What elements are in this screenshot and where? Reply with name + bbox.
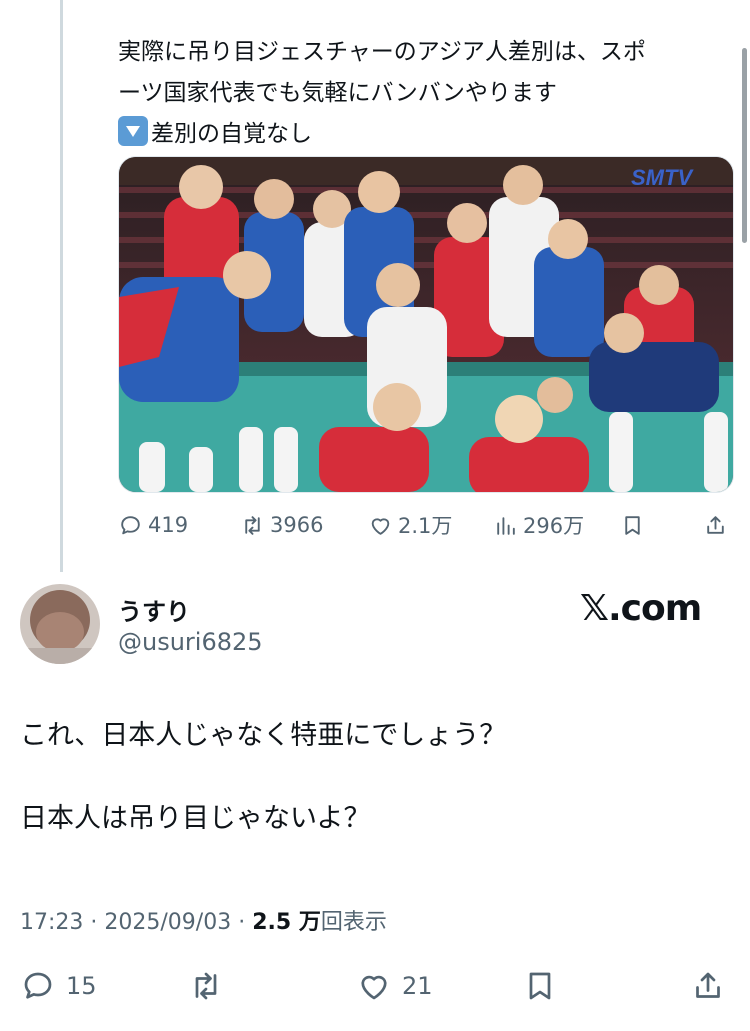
share-icon (707, 515, 724, 534)
heart-icon (371, 517, 390, 535)
media-watermark: SMTV (631, 165, 694, 190)
repost-button[interactable] (188, 962, 234, 1010)
like-count: 21 (402, 972, 433, 1000)
meta-separator-2: · (231, 910, 253, 935)
quoted-share-button[interactable] (703, 507, 733, 543)
quoted-repost-button[interactable]: 3966 (240, 507, 323, 543)
share-button[interactable] (690, 962, 736, 1010)
scrollbar[interactable] (742, 48, 747, 243)
quoted-post-text: 実際に吊り目ジェスチャーのアジア人差別は、スポ ーツ国家代表でも気軽にバンバンや… (118, 32, 733, 155)
quoted-reply-count: 419 (148, 513, 189, 537)
post-media-image[interactable]: SMTV (118, 156, 734, 493)
post-paragraph-2: 日本人は吊り目じゃないよ？ (20, 803, 371, 834)
meta-separator-1: · (83, 910, 105, 935)
post-meta: 17:23 · 2025/09/03 · 2.5 万回表示 (20, 904, 387, 936)
quoted-views-count: 296万 (523, 514, 585, 538)
post-time[interactable]: 17:23 (20, 910, 83, 935)
down-triangle-emoji-icon (118, 116, 148, 146)
views-number: 2.5 万 (252, 910, 321, 935)
quoted-text-line-3: 差別の自覚なし (118, 114, 733, 155)
post-body: これ、日本人じゃなく特亜にでしょう？ 日本人は吊り目じゃないよ？ (20, 714, 506, 841)
reply-icon (121, 515, 140, 534)
post-action-bar: 15 21 (20, 962, 732, 1010)
quoted-reply-button[interactable]: 419 (118, 507, 188, 543)
share-icon (696, 972, 720, 998)
x-com-watermark: 𝕏.com (580, 588, 702, 629)
views-label: 回表示 (320, 910, 387, 935)
team-photo-illustration: SMTV (119, 157, 733, 492)
views-chart-icon (497, 516, 515, 535)
reply-button[interactable]: 15 (20, 962, 97, 1010)
quoted-like-count: 2.1万 (398, 514, 453, 538)
like-button[interactable]: 21 (356, 962, 433, 1010)
heart-icon (361, 975, 387, 1000)
quoted-like-button[interactable]: 2.1万 (368, 507, 452, 543)
quoted-views-button[interactable]: 296万 (493, 507, 584, 543)
repost-icon (245, 515, 260, 535)
quoted-bookmark-button[interactable] (620, 507, 650, 543)
quoted-post-action-bar: 419 3966 2.1万 296万 (118, 507, 733, 543)
avatar-image (20, 584, 100, 664)
quoted-text-line-1: 実際に吊り目ジェスチャーのアジア人差別は、スポ (118, 39, 646, 65)
quoted-text-line-3-label: 差別の自覚なし (151, 121, 312, 147)
bookmark-icon (529, 972, 551, 1000)
post-paragraph-1: これ、日本人じゃなく特亜にでしょう？ (20, 720, 507, 751)
reply-count: 15 (66, 972, 97, 1000)
display-name[interactable]: うすり (118, 592, 190, 627)
quoted-repost-count: 3966 (270, 513, 324, 537)
reply-icon (24, 972, 52, 999)
quoted-text-line-2: ーツ国家代表でも気軽にバンバンやります (118, 80, 557, 106)
bookmark-icon (625, 515, 640, 535)
thread-line (60, 0, 63, 572)
repost-icon (195, 972, 217, 1000)
user-handle[interactable]: @usuri6825 (118, 628, 263, 656)
post-date[interactable]: 2025/09/03 (104, 910, 231, 935)
bookmark-button[interactable] (522, 962, 568, 1010)
avatar[interactable] (20, 584, 100, 664)
